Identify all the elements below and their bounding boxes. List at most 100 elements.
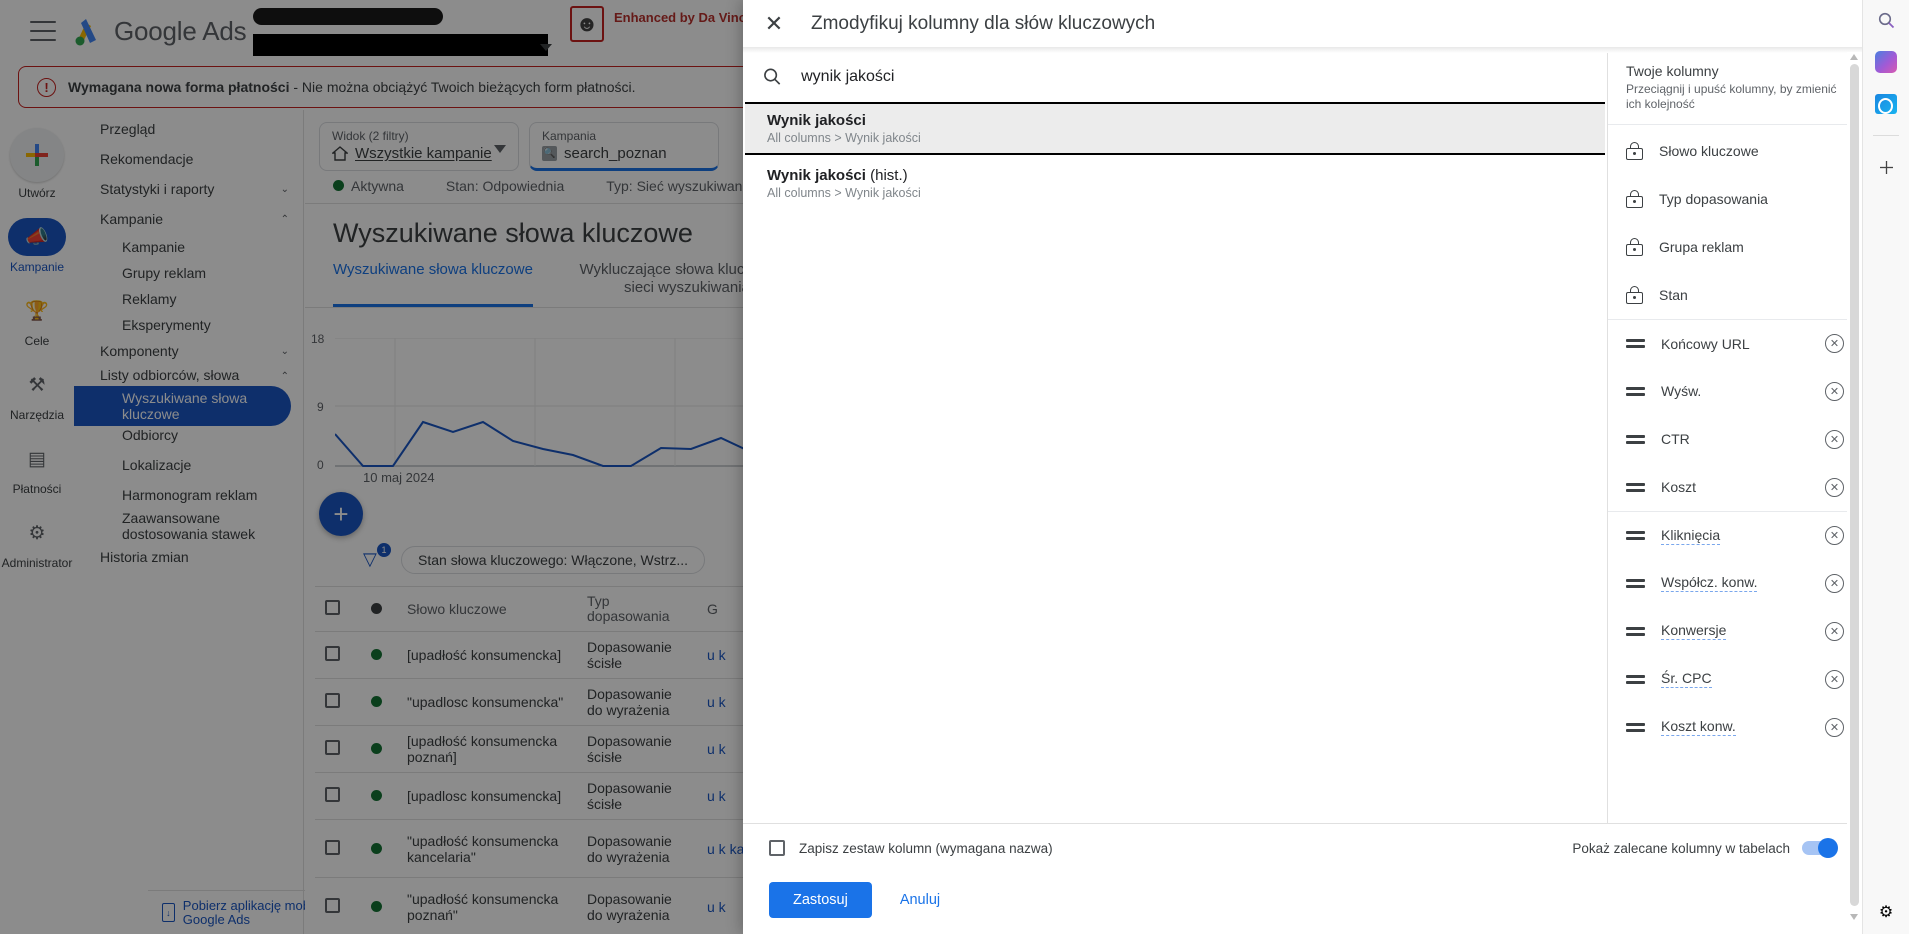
column-label: Koszt konw.: [1661, 718, 1736, 736]
drag-handle-icon[interactable]: [1626, 675, 1645, 684]
alert-message: Nie można obciążyć Twoich bieżących form…: [302, 79, 636, 95]
outlook-icon[interactable]: [1872, 90, 1900, 118]
checkbox-icon[interactable]: [769, 840, 785, 856]
rail-item-create[interactable]: Utwórz: [1, 128, 73, 200]
drag-handle-icon[interactable]: [1626, 627, 1645, 636]
col-header-keyword[interactable]: Słowo kluczowe: [397, 587, 577, 632]
column-item[interactable]: Koszt konw. ✕: [1608, 703, 1862, 751]
scroll-down-arrow-icon[interactable]: [1850, 914, 1858, 920]
sidebar-item-kampanie[interactable]: Kampanie: [74, 234, 303, 260]
davinci-extension-icon[interactable]: ☻: [570, 6, 604, 42]
sidebar-item-statystyki[interactable]: Statystyki i raporty ⌄: [74, 174, 303, 204]
browser-sidebar: ⚙: [1862, 0, 1909, 934]
sidebar-item-grupy-reklam[interactable]: Grupy reklam: [74, 260, 303, 286]
modify-columns-dialog: ✕ Zmodyfikuj kolumny dla słów kluczowych…: [743, 0, 1862, 934]
scrollbar-thumb[interactable]: [1850, 64, 1859, 906]
column-label: Końcowy URL: [1661, 336, 1809, 352]
drag-handle-icon[interactable]: [1626, 723, 1645, 732]
column-item[interactable]: Kliknięcia ✕: [1608, 511, 1862, 559]
hamburger-icon[interactable]: [30, 21, 56, 41]
sidebar-item-listy-odbiorcow[interactable]: Listy odbiorców, słowa kluczowe i treści…: [74, 364, 303, 388]
column-item[interactable]: Końcowy URL ✕: [1608, 319, 1862, 367]
sidebar-item-zaawansowane[interactable]: Zaawansowane dostosowania stawek: [74, 508, 303, 544]
active-filter-pill[interactable]: Stan słowa kluczowego: Włączone, Wstrz..…: [401, 546, 705, 574]
remove-circle-icon[interactable]: ✕: [1825, 526, 1844, 545]
apply-button[interactable]: Zastosuj: [769, 882, 872, 918]
column-item[interactable]: Współcz. konw. ✕: [1608, 559, 1862, 607]
campaign-filter-chip[interactable]: Kampania 🔍 search_poznan: [529, 122, 719, 171]
sidebar-item-wyszukiwane-slowa-kluczowe[interactable]: Wyszukiwane słowa kluczowe: [74, 386, 291, 426]
checkbox-icon[interactable]: [325, 787, 340, 802]
remove-circle-icon[interactable]: ✕: [1825, 430, 1844, 449]
remove-circle-icon[interactable]: ✕: [1825, 382, 1844, 401]
chevron-down-icon[interactable]: [540, 44, 552, 51]
nav-label: Wyszukiwane słowa kluczowe: [122, 390, 277, 422]
checkbox-icon[interactable]: [325, 646, 340, 661]
copilot-icon[interactable]: [1872, 48, 1900, 76]
plus-icon[interactable]: [1872, 153, 1900, 181]
sidebar-item-eksperymenty[interactable]: Eksperymenty: [74, 312, 303, 338]
drag-handle-icon[interactable]: [1626, 483, 1645, 492]
dialog-scrollbar[interactable]: [1847, 52, 1862, 934]
tab-wyszukiwane-slowa-kluczowe[interactable]: Wyszukiwane słowa kluczowe: [333, 261, 533, 307]
search-result-item[interactable]: Wynik jakości All columns > Wynik jakośc…: [745, 102, 1605, 155]
rail-item-billing[interactable]: ▤ Płatności: [1, 440, 73, 496]
search-input[interactable]: [801, 68, 1583, 86]
sidebar-item-kampanie-group[interactable]: Kampanie ⌃: [74, 204, 303, 234]
checkbox-icon[interactable]: [325, 898, 340, 913]
checkbox-icon[interactable]: [325, 693, 340, 708]
sidebar-item-przeglad[interactable]: Przegląd: [74, 114, 303, 144]
column-item[interactable]: Śr. CPC ✕: [1608, 655, 1862, 703]
drag-handle-icon[interactable]: [1626, 339, 1645, 348]
column-item[interactable]: Wyśw. ✕: [1608, 367, 1862, 415]
column-item[interactable]: Konwersje ✕: [1608, 607, 1862, 655]
scroll-up-arrow-icon[interactable]: [1850, 54, 1858, 60]
rail-item-goals[interactable]: 🏆 Cele: [1, 292, 73, 348]
cell-keyword: "upadłość konsumencka poznań": [397, 878, 577, 934]
status-dot-icon: [371, 649, 382, 660]
checkbox-icon[interactable]: [325, 840, 340, 855]
sidebar-item-komponenty[interactable]: Komponenty ⌄: [74, 338, 303, 364]
toggle-switch-icon[interactable]: [1802, 841, 1836, 855]
chevron-down-icon[interactable]: [494, 145, 506, 153]
remove-circle-icon[interactable]: ✕: [1825, 334, 1844, 353]
column-item[interactable]: Koszt ✕: [1608, 463, 1862, 511]
result-title: Wynik jakości: [767, 112, 1583, 129]
drag-handle-icon[interactable]: [1626, 531, 1645, 540]
view-filter-chip[interactable]: Widok (2 filtry) Wszystkie kampanie: [319, 122, 519, 171]
column-item[interactable]: CTR ✕: [1608, 415, 1862, 463]
recommended-columns-toggle[interactable]: Pokaż zalecane kolumny w tabelach: [1572, 841, 1836, 856]
remove-circle-icon[interactable]: ✕: [1825, 670, 1844, 689]
checkbox-icon[interactable]: [325, 600, 340, 615]
rail-item-admin[interactable]: ⚙ Administrator: [1, 514, 73, 570]
sidebar-item-rekomendacje[interactable]: Rekomendacje: [74, 144, 303, 174]
dialog-title: Zmodyfikuj kolumny dla słów kluczowych: [811, 13, 1155, 35]
drag-handle-icon[interactable]: [1626, 387, 1645, 396]
save-column-set-checkbox[interactable]: Zapisz zestaw kolumn (wymagana nazwa): [769, 840, 1053, 856]
cancel-button[interactable]: Anuluj: [894, 882, 946, 918]
rail-item-campaigns[interactable]: 📣 Kampanie: [1, 218, 73, 274]
remove-circle-icon[interactable]: ✕: [1825, 622, 1844, 641]
remove-circle-icon[interactable]: ✕: [1825, 718, 1844, 737]
col-header-match-type[interactable]: Typ dopasowania: [577, 587, 697, 632]
close-icon[interactable]: ✕: [763, 13, 785, 35]
sidebar-item-odbiorcy[interactable]: Odbiorcy: [74, 422, 303, 448]
drag-handle-icon[interactable]: [1626, 579, 1645, 588]
column-label: CTR: [1661, 431, 1809, 447]
remove-circle-icon[interactable]: ✕: [1825, 574, 1844, 593]
sidebar-item-lokalizacje[interactable]: Lokalizacje: [74, 452, 303, 478]
search-result-item[interactable]: Wynik jakości (hist.) All columns > Wyni…: [745, 155, 1605, 208]
filter-funnel-icon[interactable]: ▽1: [363, 549, 385, 571]
lock-icon: [1626, 238, 1643, 256]
rail-item-tools[interactable]: ⚒ Narzędzia: [1, 366, 73, 422]
drag-handle-icon[interactable]: [1626, 435, 1645, 444]
gear-icon[interactable]: ⚙: [1872, 898, 1900, 926]
sidebar-item-historia-zmian[interactable]: Historia zmian: [74, 544, 303, 570]
select-all-cell[interactable]: [315, 587, 361, 632]
sidebar-item-harmonogram[interactable]: Harmonogram reklam: [74, 482, 303, 508]
add-keyword-fab[interactable]: +: [319, 492, 363, 536]
checkbox-icon[interactable]: [325, 740, 340, 755]
remove-circle-icon[interactable]: ✕: [1825, 478, 1844, 497]
sidebar-item-reklamy[interactable]: Reklamy: [74, 286, 303, 312]
search-icon[interactable]: [1872, 6, 1900, 34]
